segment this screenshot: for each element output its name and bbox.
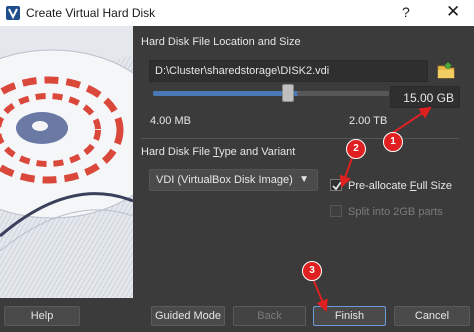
close-icon[interactable]: ✕ [446, 2, 460, 22]
finish-button[interactable]: Finish [313, 306, 386, 326]
split-label: Split into 2GB parts [348, 206, 443, 218]
disk-size-input[interactable]: 15.00 GB [390, 86, 460, 108]
virtualbox-app-icon [6, 6, 20, 20]
title-bar: Create Virtual Hard Disk ? ✕ [0, 0, 474, 26]
annotation-badge-1: 1 [383, 132, 403, 152]
help-icon[interactable]: ? [402, 4, 410, 20]
help-button[interactable]: Help [4, 306, 80, 326]
window-title: Create Virtual Hard Disk [26, 6, 156, 20]
disk-format-select[interactable]: VDI (VirtualBox Disk Image) ▼ [149, 169, 318, 191]
section-divider [141, 138, 459, 139]
disk-format-value: VDI (VirtualBox Disk Image) [156, 174, 293, 186]
back-button[interactable]: Back [233, 306, 306, 326]
annotation-badge-3: 3 [302, 261, 322, 281]
cancel-button[interactable]: Cancel [394, 306, 470, 326]
file-path-input[interactable]: D:\Cluster\sharedstorage\DISK2.vdi [149, 60, 428, 82]
chevron-down-icon: ▼ [299, 174, 309, 185]
hard-disk-graphic [0, 26, 133, 298]
size-slider-remainder[interactable] [297, 91, 389, 96]
size-slider-handle[interactable] [281, 84, 294, 102]
split-checkbox[interactable] [330, 205, 342, 217]
location-section-title: Hard Disk File Location and Size [141, 36, 301, 48]
folder-icon[interactable] [436, 60, 456, 82]
preallocate-checkbox[interactable] [330, 179, 342, 191]
disk-illustration [0, 26, 133, 298]
size-min-label: 4.00 MB [150, 115, 191, 127]
annotation-badge-2: 2 [346, 139, 366, 159]
guided-mode-button[interactable]: Guided Mode [151, 306, 225, 326]
size-max-label: 2.00 TB [349, 115, 388, 127]
type-section-title: Hard Disk File Type and Variant [141, 146, 296, 158]
preallocate-label[interactable]: Pre-allocate Full Size [348, 180, 452, 192]
checkmark-icon [332, 181, 342, 191]
